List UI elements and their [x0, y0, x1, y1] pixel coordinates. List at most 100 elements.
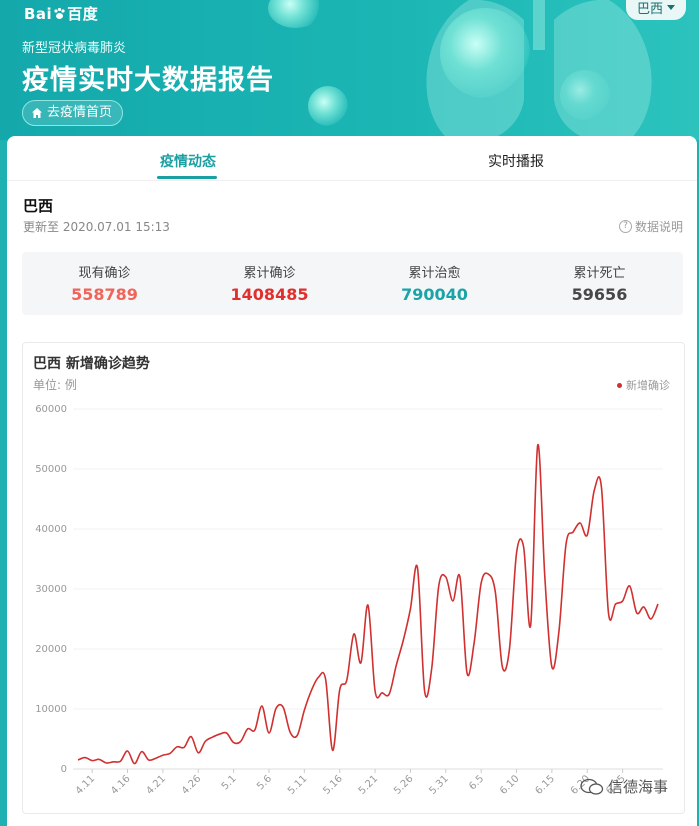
tab-live-broadcast[interactable]: 实时播报 [488, 151, 544, 171]
data-point[interactable] [571, 530, 575, 534]
data-point[interactable] [253, 728, 257, 732]
data-point[interactable] [83, 756, 87, 760]
baidu-logo[interactable]: Bai 百度 [24, 3, 98, 24]
data-point[interactable] [500, 665, 504, 669]
data-point[interactable] [232, 741, 236, 745]
stat-label: 现有确诊 [78, 266, 131, 281]
home-icon [32, 108, 42, 118]
data-point[interactable] [90, 759, 94, 763]
data-point[interactable] [295, 733, 299, 737]
data-point[interactable] [642, 605, 646, 609]
data-point[interactable] [451, 599, 455, 603]
data-point[interactable] [352, 632, 356, 636]
data-point[interactable] [635, 611, 639, 615]
data-point[interactable] [140, 750, 144, 754]
data-point[interactable] [479, 581, 483, 585]
data-point[interactable] [493, 590, 497, 594]
data-point[interactable] [225, 731, 229, 735]
data-point[interactable] [133, 762, 137, 766]
data-point[interactable] [267, 731, 271, 735]
data-point[interactable] [373, 689, 377, 693]
data-point[interactable] [416, 566, 420, 570]
data-point[interactable] [585, 533, 589, 537]
x-tick-label: 5.31 [427, 773, 451, 797]
stat-total-cured: 累计治愈 790040 [352, 252, 517, 315]
virus-illustration [440, 8, 530, 98]
data-point[interactable] [592, 488, 596, 492]
data-point[interactable] [76, 758, 80, 762]
data-point[interactable] [331, 748, 335, 752]
trend-line-chart[interactable]: 0 10000 20000 30000 40000 50000 60000 4.11 4.16 4… [23, 343, 684, 813]
data-point[interactable] [628, 584, 632, 588]
tab-epidemic-trends[interactable]: 疫情动态 [160, 151, 216, 171]
data-point[interactable] [210, 735, 214, 739]
data-point[interactable] [557, 629, 561, 633]
data-point[interactable] [246, 727, 250, 731]
data-point[interactable] [217, 732, 221, 736]
data-point[interactable] [387, 692, 391, 696]
data-point[interactable] [465, 671, 469, 675]
data-point[interactable] [578, 521, 582, 525]
home-button[interactable]: 去疫情首页 [22, 100, 124, 126]
data-point[interactable] [316, 675, 320, 679]
data-point[interactable] [649, 617, 653, 621]
data-point[interactable] [126, 749, 130, 753]
data-point[interactable] [274, 706, 278, 710]
data-point[interactable] [281, 705, 285, 709]
data-point[interactable] [458, 575, 462, 579]
data-point[interactable] [182, 745, 186, 749]
data-point[interactable] [324, 677, 328, 681]
country-name: 巴西 [23, 197, 54, 215]
question-icon: ? [618, 220, 632, 233]
data-point[interactable] [401, 638, 405, 642]
data-point[interactable] [288, 730, 292, 734]
y-tick-label: 10000 [35, 704, 67, 715]
update-time: 更新至 2020.07.01 15:13 [23, 220, 170, 234]
data-point[interactable] [656, 602, 660, 606]
data-point[interactable] [338, 688, 342, 692]
data-point[interactable] [543, 575, 547, 579]
data-point[interactable] [161, 753, 165, 757]
data-point[interactable] [104, 761, 108, 765]
data-point[interactable] [260, 704, 264, 708]
data-point[interactable] [550, 665, 554, 669]
data-point[interactable] [430, 667, 434, 671]
data-point[interactable] [168, 751, 172, 755]
data-point[interactable] [189, 735, 193, 739]
data-point[interactable] [529, 623, 533, 627]
data-note-link[interactable]: ? 数据说明 [618, 218, 683, 235]
data-point[interactable] [309, 688, 313, 692]
home-button-label: 去疫情首页 [47, 105, 113, 120]
data-point[interactable] [239, 739, 243, 743]
data-point[interactable] [564, 542, 568, 546]
data-point[interactable] [522, 545, 526, 549]
data-point[interactable] [394, 663, 398, 667]
data-point[interactable] [302, 708, 306, 712]
data-point[interactable] [359, 661, 363, 665]
data-point[interactable] [515, 551, 519, 555]
data-point[interactable] [366, 603, 370, 607]
data-point[interactable] [147, 758, 151, 762]
data-point[interactable] [614, 602, 618, 606]
data-point[interactable] [380, 691, 384, 695]
data-point[interactable] [203, 739, 207, 743]
data-point[interactable] [606, 611, 610, 615]
data-point[interactable] [345, 678, 349, 682]
data-point[interactable] [154, 756, 158, 760]
data-point[interactable] [621, 599, 625, 603]
data-point[interactable] [486, 572, 490, 576]
data-point[interactable] [507, 647, 511, 651]
data-point[interactable] [437, 584, 441, 588]
data-point[interactable] [111, 760, 115, 764]
data-point[interactable] [599, 485, 603, 489]
data-point[interactable] [118, 759, 122, 763]
data-point[interactable] [175, 745, 179, 749]
data-point[interactable] [97, 757, 101, 761]
data-point[interactable] [423, 689, 427, 693]
data-point[interactable] [472, 641, 476, 645]
data-point[interactable] [444, 575, 448, 579]
region-selector[interactable]: 巴西 [626, 0, 686, 20]
data-point[interactable] [536, 443, 540, 447]
data-point[interactable] [196, 751, 200, 755]
data-point[interactable] [408, 607, 412, 611]
